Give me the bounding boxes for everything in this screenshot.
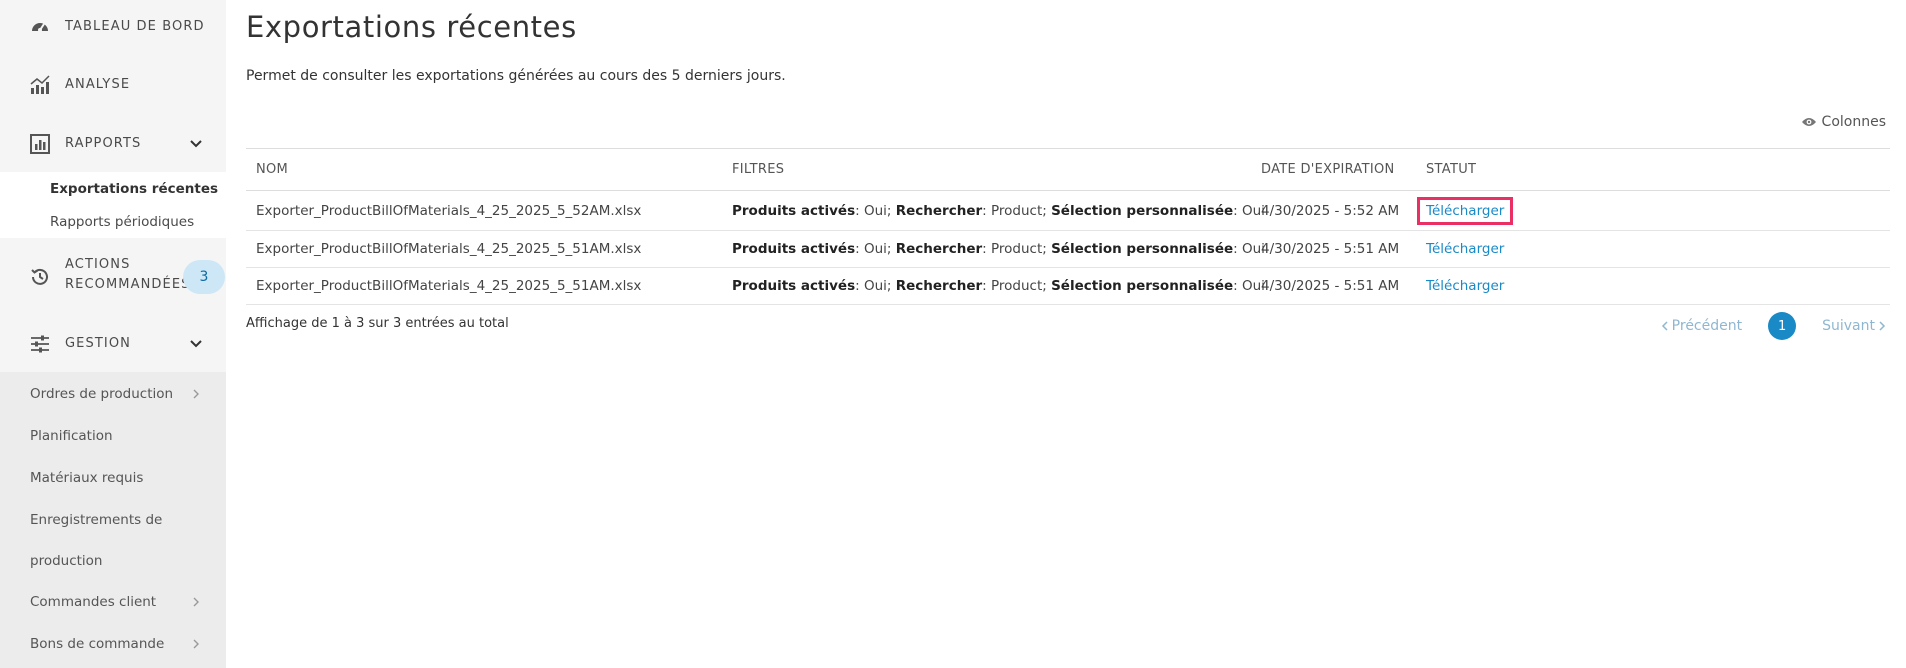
sidebar-item-customer-orders[interactable]: Commandes client: [30, 592, 210, 612]
columns-button[interactable]: Colonnes: [1801, 114, 1886, 130]
next-label: Suivant: [1822, 318, 1875, 334]
filter-value: : Product;: [982, 202, 1052, 219]
sidebar-item-production-orders[interactable]: Ordres de production: [30, 384, 210, 404]
header-name[interactable]: NOM: [246, 162, 722, 177]
sidebar-item-required-materials[interactable]: Matériaux requis: [30, 468, 210, 488]
header-filters[interactable]: FILTRES: [722, 162, 1261, 177]
table-row: Exporter_ProductBillOfMaterials_4_25_202…: [246, 231, 1890, 268]
sidebar-item-periodic-reports[interactable]: Rapports périodiques: [0, 205, 226, 238]
report-icon: [28, 132, 52, 156]
gauge-icon: [28, 15, 52, 39]
filter-label: Produits activés: [732, 241, 856, 257]
table-row: Exporter_ProductBillOfMaterials_4_25_202…: [246, 268, 1890, 305]
history-icon: [28, 265, 52, 289]
filter-value: : Product;: [982, 241, 1052, 257]
analytics-chart-icon: [28, 73, 52, 97]
header-status[interactable]: STATUT: [1426, 162, 1890, 177]
chevron-down-icon[interactable]: [188, 136, 204, 152]
filter-value: : Product;: [982, 278, 1052, 294]
download-link[interactable]: Télécharger: [1416, 196, 1514, 225]
filter-label: Sélection personnalisée: [1051, 202, 1234, 219]
export-filters: Produits activés: Oui; Rechercher: Produ…: [722, 202, 1265, 219]
nav-reports-label: RAPPORTS: [65, 136, 142, 151]
purchase-orders-label: Bons de commande: [30, 636, 165, 652]
filter-label: Rechercher: [895, 241, 983, 257]
previous-label: Précédent: [1671, 318, 1743, 334]
production-records-label-1: Enregistrements de: [30, 512, 163, 528]
expiration-date: 4/30/2025 - 5:52 AM: [1261, 202, 1400, 219]
export-file-name: Exporter_ProductBillOfMaterials_4_25_202…: [256, 202, 642, 219]
page-description: Permet de consulter les exportations gén…: [246, 68, 786, 84]
chevron-left-icon: [1661, 321, 1668, 331]
entries-summary: Affichage de 1 à 3 sur 3 entrées au tota…: [246, 316, 509, 331]
sidebar-item-production-records[interactable]: Enregistrements de: [30, 510, 210, 530]
download-link[interactable]: Télécharger: [1426, 241, 1504, 257]
expiration-date: 4/30/2025 - 5:51 AM: [1261, 241, 1400, 257]
filter-label: Sélection personnalisée: [1051, 278, 1234, 294]
customer-orders-label: Commandes client: [30, 594, 157, 610]
sliders-icon: [28, 332, 52, 356]
next-page-button[interactable]: Suivant: [1822, 318, 1886, 334]
reports-submenu: Exportations récentes Rapports périodiqu…: [0, 172, 226, 238]
production-orders-label: Ordres de production: [30, 386, 174, 402]
status-cell: Télécharger: [1416, 196, 1890, 225]
table-header: NOM FILTRES DATE D'EXPIRATION STATUT: [246, 148, 1890, 191]
page-title: Exportations récentes: [246, 10, 577, 44]
header-expiration[interactable]: DATE D'EXPIRATION: [1261, 162, 1426, 177]
sidebar-item-planning[interactable]: Planification: [30, 426, 210, 446]
table-row: Exporter_ProductBillOfMaterials_4_25_202…: [246, 191, 1890, 231]
filter-label: Sélection personnalisée: [1051, 241, 1234, 257]
chevron-right-icon: [193, 389, 199, 399]
chevron-right-icon: [193, 597, 199, 607]
page-number-button[interactable]: 1: [1768, 312, 1797, 340]
status-cell: Télécharger: [1426, 241, 1890, 257]
previous-page-button[interactable]: Précédent: [1661, 318, 1742, 334]
management-submenu: Ordres de production Planification Matér…: [0, 372, 226, 668]
sidebar-item-recent-exports[interactable]: Exportations récentes: [0, 172, 226, 205]
exports-table: NOM FILTRES DATE D'EXPIRATION STATUT Exp…: [246, 148, 1890, 305]
export-filters: Produits activés: Oui; Rechercher: Produ…: [722, 241, 1265, 257]
nav-management-label: GESTION: [65, 336, 131, 351]
eye-icon: [1801, 114, 1817, 130]
actions-count-badge: 3: [183, 260, 225, 294]
status-cell: Télécharger: [1426, 278, 1890, 294]
nav-actions-label-2: RECOMMANDÉES: [65, 277, 191, 292]
chevron-right-icon: [1879, 321, 1886, 331]
sidebar-item-purchase-orders[interactable]: Bons de commande: [30, 634, 210, 654]
nav-reports[interactable]: RAPPORTS: [0, 118, 226, 170]
filter-label: Rechercher: [895, 202, 983, 219]
chevron-right-icon: [193, 639, 199, 649]
export-filters: Produits activés: Oui; Rechercher: Produ…: [722, 278, 1265, 294]
expiration-date: 4/30/2025 - 5:51 AM: [1261, 278, 1400, 294]
columns-button-label: Colonnes: [1821, 114, 1886, 130]
sidebar: TABLEAU DE BORD ANALYSE RAPPORTS Exporta…: [0, 0, 226, 668]
production-records-label-2: production: [30, 553, 103, 569]
planning-label: Planification: [30, 428, 113, 444]
filter-label: Rechercher: [895, 278, 983, 294]
filter-value: : Oui;: [855, 278, 896, 294]
sidebar-item-production-records-cont[interactable]: production: [30, 551, 210, 571]
nav-actions-label-1: ACTIONS: [65, 257, 131, 272]
nav-dashboard-label: TABLEAU DE BORD: [65, 19, 205, 34]
export-file-name: Exporter_ProductBillOfMaterials_4_25_202…: [256, 241, 642, 257]
chevron-down-icon[interactable]: [188, 336, 204, 352]
filter-label: Produits activés: [732, 202, 856, 219]
export-file-name: Exporter_ProductBillOfMaterials_4_25_202…: [256, 278, 642, 294]
download-link[interactable]: Télécharger: [1426, 278, 1504, 294]
filter-value: : Oui;: [855, 202, 896, 219]
nav-management[interactable]: GESTION: [0, 318, 226, 370]
required-materials-label: Matériaux requis: [30, 470, 144, 486]
nav-analysis-label: ANALYSE: [65, 77, 131, 92]
filter-label: Produits activés: [732, 278, 856, 294]
nav-dashboard[interactable]: TABLEAU DE BORD: [0, 1, 226, 53]
nav-analysis[interactable]: ANALYSE: [0, 59, 226, 111]
filter-value: : Oui;: [855, 241, 896, 257]
nav-recommended-actions[interactable]: ACTIONS RECOMMANDÉES 3: [0, 250, 226, 304]
pagination: Précédent 1 Suivant: [1661, 312, 1886, 340]
